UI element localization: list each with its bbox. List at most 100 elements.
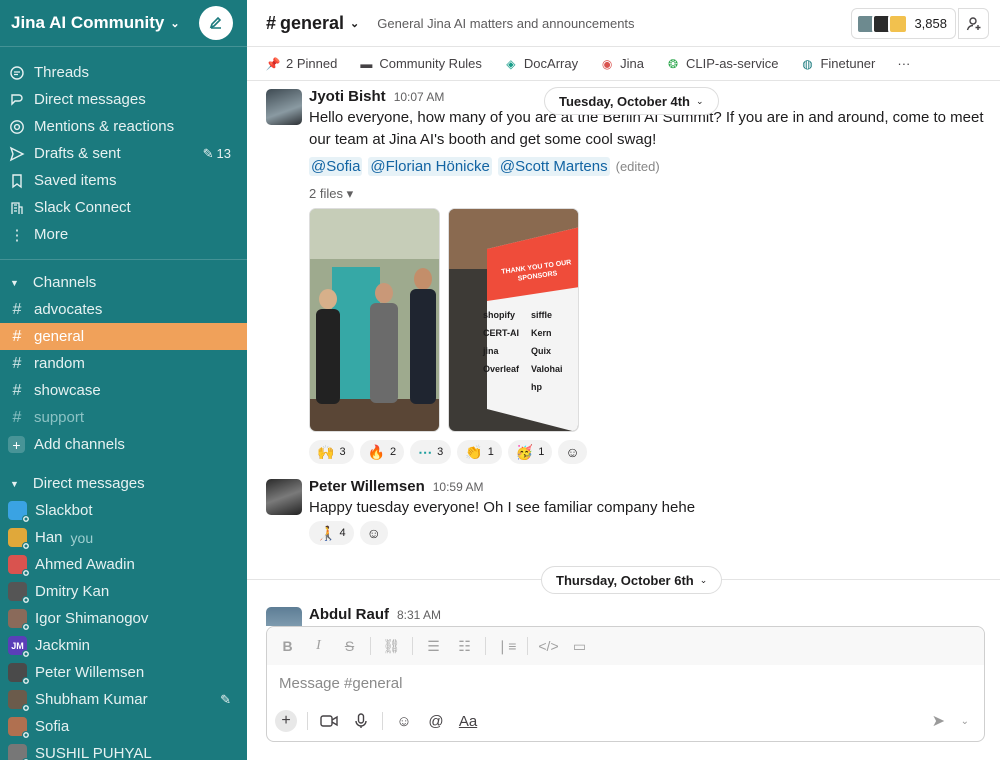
- toolbar-separator: [307, 712, 308, 730]
- member-avatar: [888, 13, 909, 34]
- nav-slack-connect[interactable]: Slack Connect: [0, 194, 247, 221]
- nav-saved[interactable]: Saved items: [0, 167, 247, 194]
- attach-plus-icon[interactable]: +: [275, 710, 297, 732]
- dm-item[interactable]: Ahmed Awadin: [0, 551, 247, 578]
- dm-item[interactable]: Shubham Kumar ✎: [0, 686, 247, 713]
- message-input[interactable]: Message #general: [279, 675, 402, 692]
- reaction[interactable]: 🔥 2: [359, 440, 405, 464]
- members-button[interactable]: 3,858: [851, 8, 956, 39]
- dm-item[interactable]: Han you: [0, 524, 247, 551]
- link-icon[interactable]: ⛓: [381, 636, 402, 657]
- nav-threads[interactable]: Threads: [0, 59, 247, 86]
- bookmark-jina[interactable]: ◉ Jina: [600, 56, 644, 71]
- date-divider-pill[interactable]: Tuesday, October 4th ⌄: [544, 87, 719, 115]
- avatar[interactable]: [266, 89, 302, 125]
- timestamp[interactable]: 10:59 AM: [433, 480, 484, 494]
- mention-link[interactable]: @Florian Hönicke: [368, 157, 492, 176]
- date-divider-pill[interactable]: Thursday, October 6th ⌄: [541, 566, 723, 594]
- channel-title[interactable]: # general ⌄: [266, 13, 359, 34]
- nav-drafts[interactable]: Drafts & sent ✎ 13: [0, 140, 247, 167]
- clip-icon: ❂: [667, 56, 678, 71]
- blockquote-icon[interactable]: ❘≡: [496, 636, 517, 657]
- presence-icon: [22, 542, 30, 550]
- dm-item[interactable]: JM Jackmin: [0, 632, 247, 659]
- add-member-button[interactable]: [958, 8, 989, 39]
- mention-link[interactable]: @Scott Martens: [497, 157, 610, 176]
- divider: [0, 259, 247, 260]
- channel-general[interactable]: # general: [0, 323, 247, 350]
- channel-random[interactable]: # random: [0, 350, 247, 377]
- strikethrough-icon[interactable]: S: [339, 636, 360, 657]
- avatar: [8, 744, 30, 760]
- timestamp[interactable]: 8:31 AM: [397, 608, 441, 622]
- italic-icon[interactable]: I: [308, 636, 329, 657]
- code-icon[interactable]: </>: [538, 636, 559, 657]
- add-channels-button[interactable]: + Add channels: [0, 431, 247, 458]
- author-name[interactable]: Peter Willemsen: [309, 478, 425, 495]
- channel-topic[interactable]: General Jina AI matters and announcement…: [377, 16, 634, 31]
- workspace-name[interactable]: Jina AI Community ⌄: [11, 13, 199, 33]
- emoji-icon[interactable]: ☺: [393, 710, 415, 732]
- microphone-icon[interactable]: [350, 710, 372, 732]
- avatar[interactable]: [266, 607, 302, 626]
- toolbar-separator: [412, 637, 413, 655]
- channel-showcase[interactable]: # showcase: [0, 377, 247, 404]
- reaction[interactable]: ⋯ 3: [410, 440, 452, 464]
- channels-section-header[interactable]: ▼ Channels: [0, 269, 247, 296]
- toolbar-separator: [382, 712, 383, 730]
- bookmark-community-rules[interactable]: ▬ Community Rules: [359, 56, 482, 71]
- toolbar-separator: [527, 637, 528, 655]
- dm-item[interactable]: Igor Shimanogov: [0, 605, 247, 632]
- reaction[interactable]: 🥳 1: [507, 440, 553, 464]
- channel-advocates[interactable]: # advocates: [0, 296, 247, 323]
- avatar: [8, 690, 30, 712]
- dm-item[interactable]: Slackbot: [0, 497, 247, 524]
- reaction[interactable]: 🙌 3: [309, 440, 354, 464]
- add-reaction-button[interactable]: ☺: [558, 440, 587, 464]
- reaction[interactable]: 🧑‍🦯 4: [309, 521, 354, 545]
- attachment-photo-team[interactable]: [309, 208, 440, 432]
- workspace-header[interactable]: Jina AI Community ⌄: [0, 0, 247, 47]
- dm-item[interactable]: Dmitry Kan: [0, 578, 247, 605]
- bookmark-docarray[interactable]: ◈ DocArray: [504, 56, 578, 71]
- nav-direct-messages[interactable]: Direct messages: [0, 86, 247, 113]
- chevron-down-icon[interactable]: ⌄: [961, 716, 969, 727]
- ordered-list-icon[interactable]: ☰: [423, 636, 444, 657]
- channel-header: # general ⌄ General Jina AI matters and …: [247, 0, 1000, 47]
- files-toggle[interactable]: 2 files ▾: [309, 186, 353, 202]
- doc-icon: ▬: [360, 56, 373, 71]
- add-channels-label: Add channels: [34, 436, 125, 453]
- sponsor-logo: CERT-AI: [483, 328, 519, 338]
- dm-section-header[interactable]: ▼ Direct messages: [0, 470, 247, 497]
- mention-icon[interactable]: @: [425, 710, 447, 732]
- send-icon[interactable]: ➤: [932, 711, 945, 731]
- reaction[interactable]: 👏 1: [457, 440, 502, 464]
- more-bookmarks-button[interactable]: ···: [897, 56, 910, 71]
- caret-down-icon: ▼: [10, 277, 19, 288]
- bold-icon[interactable]: B: [277, 636, 298, 657]
- avatar[interactable]: [266, 479, 302, 515]
- presence-icon: [22, 650, 30, 658]
- bookmark-clip[interactable]: ❂ CLIP-as-service: [666, 56, 779, 71]
- author-name[interactable]: Abdul Rauf: [309, 606, 389, 623]
- attachment-photo-sponsors[interactable]: THANK YOU TO OUR SPONSORS shopify siffle…: [448, 208, 579, 432]
- dm-item[interactable]: SUSHIL PUHYAL: [0, 740, 247, 760]
- author-name[interactable]: Jyoti Bisht: [309, 88, 386, 105]
- bookmark-finetuner[interactable]: ◍ Finetuner: [800, 56, 875, 71]
- video-icon[interactable]: [318, 710, 340, 732]
- nav-mentions[interactable]: Mentions & reactions: [0, 113, 247, 140]
- bookmark-pinned[interactable]: 📌 2 Pinned: [266, 56, 338, 71]
- mention-link[interactable]: @Sofia: [309, 157, 363, 176]
- bulleted-list-icon[interactable]: ☷: [454, 636, 475, 657]
- dm-item[interactable]: Sofia: [0, 713, 247, 740]
- dm-item[interactable]: Peter Willemsen: [0, 659, 247, 686]
- channel-support[interactable]: # support: [0, 404, 247, 431]
- nav-more[interactable]: ⋮ More: [0, 221, 247, 248]
- timestamp[interactable]: 10:07 AM: [394, 90, 445, 104]
- code-block-icon[interactable]: ▭: [569, 636, 590, 657]
- compose-button[interactable]: [199, 6, 233, 40]
- formatting-toggle-icon[interactable]: Aa: [457, 710, 479, 732]
- reaction-count: 2: [390, 446, 397, 458]
- reactions: 🧑‍🦯 4 ☺: [309, 521, 388, 545]
- add-reaction-button[interactable]: ☺: [359, 521, 388, 545]
